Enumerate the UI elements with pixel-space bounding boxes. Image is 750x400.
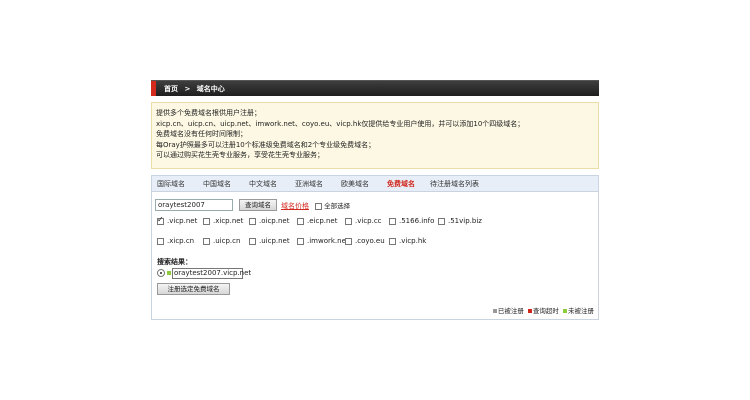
domain-checkbox[interactable] [345, 217, 352, 225]
domain-option[interactable]: .uicp.net [249, 237, 290, 245]
domain-checkbox[interactable] [297, 237, 304, 245]
tab-pending-list[interactable]: 待注册域名列表 [430, 179, 479, 189]
domain-option[interactable]: .coyo.eu [345, 237, 385, 245]
header-bar: 首页 > 域名中心 [151, 80, 599, 96]
search-domain-button[interactable]: 查询域名 [239, 199, 277, 211]
domain-option[interactable]: .eicp.net [297, 217, 337, 225]
domain-search-input[interactable] [155, 199, 233, 211]
domain-option[interactable]: .51vip.biz [438, 217, 482, 225]
notice-line: 提供多个免费域名根供用户注册； [156, 109, 261, 117]
timeout-swatch [527, 309, 532, 313]
tab-chinese[interactable]: 中文域名 [249, 179, 277, 189]
legend-timeout: 查询超时 [532, 307, 559, 315]
domain-checkbox[interactable] [157, 215, 164, 225]
select-all-checkbox[interactable] [315, 202, 322, 210]
domain-checkbox[interactable] [389, 237, 396, 245]
tab-china[interactable]: 中国域名 [203, 179, 231, 189]
domain-option[interactable]: .vicp.hk [389, 237, 426, 245]
select-all-label: 全部选择 [324, 202, 351, 210]
breadcrumb: 首页 > 域名中心 [164, 84, 229, 94]
available-indicator [167, 271, 171, 275]
domain-checkbox[interactable] [389, 217, 396, 225]
domain-checkbox[interactable] [297, 217, 304, 225]
result-domain: oraytest2007.vicp.net [172, 268, 252, 279]
select-all[interactable]: 全部选择 [315, 200, 350, 210]
domain-checkbox[interactable] [249, 237, 256, 245]
notice-line: 每Oray护照最多可以注册10个标准级免费域名和2个专业级免费域名； [156, 140, 376, 149]
domain-option[interactable]: .xicp.cn [157, 237, 194, 245]
legend-available: 未被注册 [568, 307, 594, 315]
tab-free[interactable]: 免费域名 [387, 179, 415, 189]
tab-international[interactable]: 国际域名 [157, 179, 185, 189]
available-swatch [563, 309, 567, 313]
breadcrumb-home[interactable]: 首页 [164, 85, 178, 93]
search-results-label: 搜索结果： [157, 258, 192, 266]
tab-europe-america[interactable]: 欧美域名 [341, 179, 369, 189]
domain-checkbox[interactable] [203, 237, 210, 245]
domain-option[interactable]: .vicp.cc [345, 217, 382, 225]
domain-option[interactable]: .vicp.net [157, 215, 197, 225]
breadcrumb-separator: > [184, 85, 191, 93]
notice-line: 可以通过购买花生壳专业服务，享受花生壳专业服务； [156, 151, 324, 159]
domain-option[interactable]: .5166.info [389, 217, 434, 225]
domain-option[interactable]: .oicp.net [249, 217, 289, 225]
tab-asia[interactable]: 亚洲域名 [295, 179, 323, 189]
result-radio[interactable] [157, 269, 165, 277]
header-accent [151, 81, 156, 96]
breadcrumb-current: 域名中心 [196, 85, 225, 93]
domain-option[interactable]: .imwork.net [297, 237, 349, 245]
notice-line: 免费域名没有任何时间限制； [156, 130, 247, 138]
legend-registered: 已被注册 [497, 307, 524, 315]
domain-checkbox[interactable] [203, 217, 210, 225]
domain-checkbox[interactable] [249, 217, 256, 225]
registered-swatch [492, 309, 497, 313]
domain-checkbox[interactable] [438, 217, 445, 225]
tab-bar: 国际域名 中国域名 中文域名 亚洲域名 欧美域名 免费域名 待注册域名列表 [152, 176, 598, 192]
notice-box: 提供多个免费域名根供用户注册； xicp.cn、uicp.cn、uicp.net… [151, 102, 599, 169]
domain-option[interactable]: .xicp.net [203, 217, 243, 225]
domain-checkbox[interactable] [345, 237, 352, 245]
status-legend: 已被注册 查询超时 未被注册 [491, 305, 594, 315]
domain-panel: 国际域名 中国域名 中文域名 亚洲域名 欧美域名 免费域名 待注册域名列表 查询… [151, 175, 599, 320]
domain-checkbox[interactable] [157, 237, 164, 245]
domain-price-link[interactable]: 域名价格 [281, 201, 309, 211]
domain-option[interactable]: .uicp.cn [203, 237, 240, 245]
notice-line: xicp.cn、uicp.cn、uicp.net、imwork.net、coyo… [156, 119, 525, 128]
register-free-domain-button[interactable]: 注册选定免费域名 [157, 283, 230, 295]
